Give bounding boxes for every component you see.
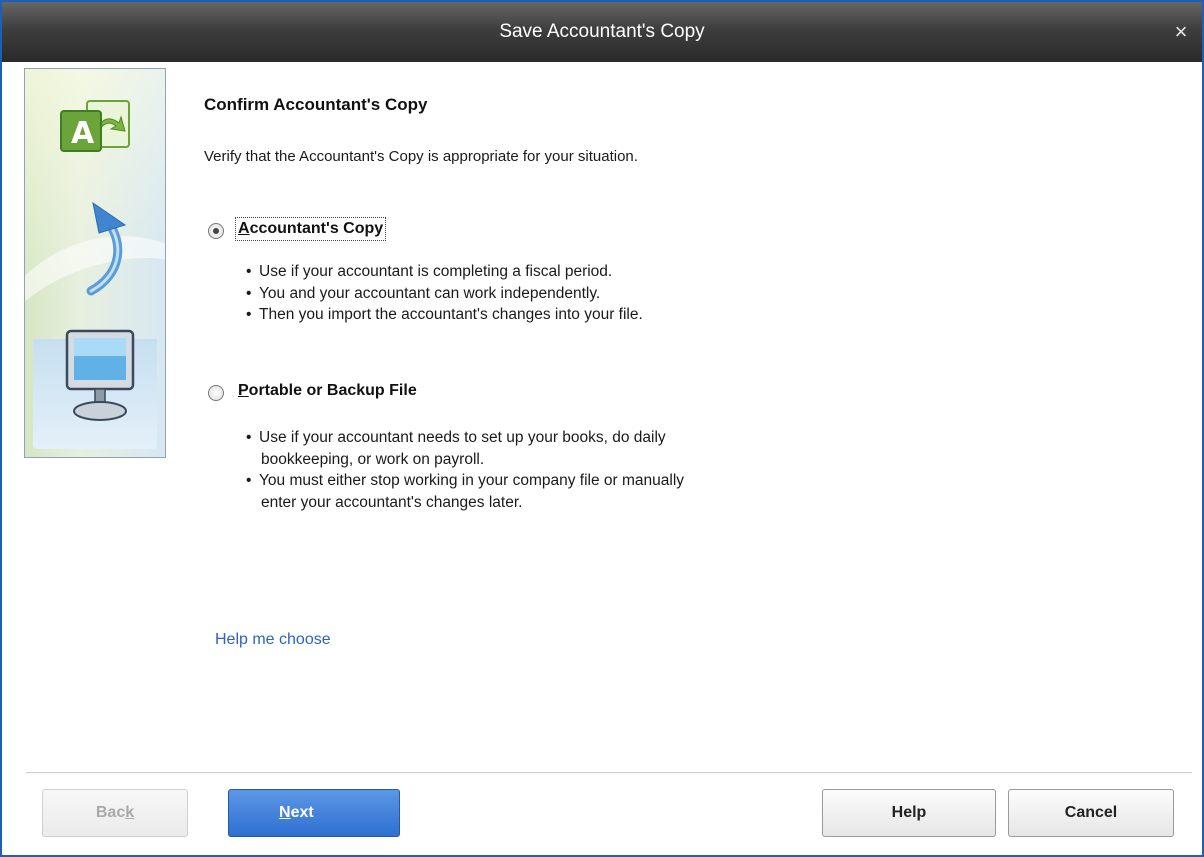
sidebar-illustration: A [24, 68, 166, 458]
dialog-window: Save Accountant's Copy × A Confirm Accou… [0, 0, 1204, 857]
page-subtitle: Verify that the Accountant's Copy is app… [204, 148, 638, 165]
list-item-continuation: enter your accountant's changes later. [261, 493, 523, 511]
computer-monitor-icon [65, 329, 135, 421]
curved-arrow-icon [86, 201, 127, 296]
radio-selected-dot [213, 228, 219, 234]
svg-text:A: A [71, 116, 95, 151]
accountants-copy-bullets: Use if your accountant is completing a f… [246, 261, 643, 326]
list-item: Use if your accountant needs to set up y… [246, 427, 684, 449]
next-button[interactable]: Next [228, 789, 400, 837]
help-me-choose-link[interactable]: Help me choose [215, 631, 331, 649]
back-button[interactable]: Back [42, 789, 188, 837]
list-item: You and your accountant can work indepen… [246, 283, 643, 305]
portable-backup-radio[interactable] [208, 385, 224, 401]
footer-divider [26, 772, 1192, 774]
list-item-continuation: bookkeeping, or work on payroll. [261, 450, 485, 468]
window-title: Save Accountant's Copy [499, 21, 705, 42]
portable-backup-label[interactable]: Portable or Backup File [238, 382, 417, 400]
accountant-copy-icon: A [60, 100, 130, 152]
list-item: Use if your accountant is completing a f… [246, 261, 643, 283]
title-bar[interactable]: Save Accountant's Copy × [2, 2, 1202, 62]
portable-backup-bullets: Use if your accountant needs to set up y… [246, 427, 684, 513]
close-icon[interactable]: × [1168, 2, 1194, 62]
list-item: You must either stop working in your com… [246, 470, 684, 492]
help-button[interactable]: Help [822, 789, 996, 837]
accountants-copy-radio[interactable] [208, 223, 224, 239]
accountants-copy-label[interactable]: Accountant's Copy [234, 217, 387, 241]
page-title: Confirm Accountant's Copy [204, 95, 428, 114]
cancel-button[interactable]: Cancel [1008, 789, 1174, 837]
list-item: Then you import the accountant's changes… [246, 304, 643, 326]
